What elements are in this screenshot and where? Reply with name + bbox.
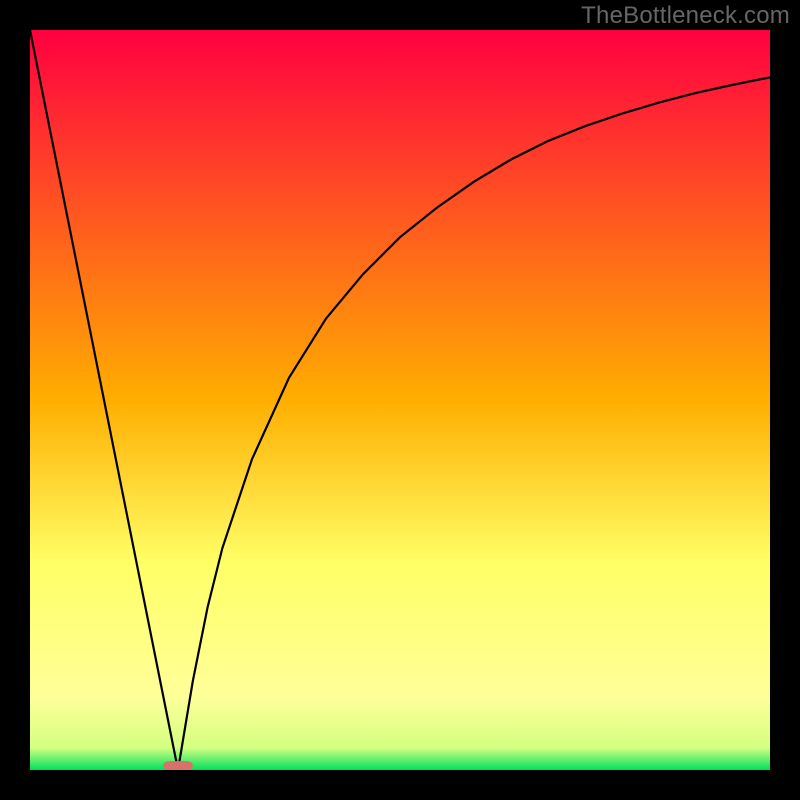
watermark: TheBottleneck.com	[581, 2, 790, 30]
plot-area	[30, 30, 770, 770]
optimal-marker	[163, 761, 193, 770]
chart-container: TheBottleneck.com	[0, 0, 800, 800]
bottleneck-chart	[0, 0, 800, 800]
